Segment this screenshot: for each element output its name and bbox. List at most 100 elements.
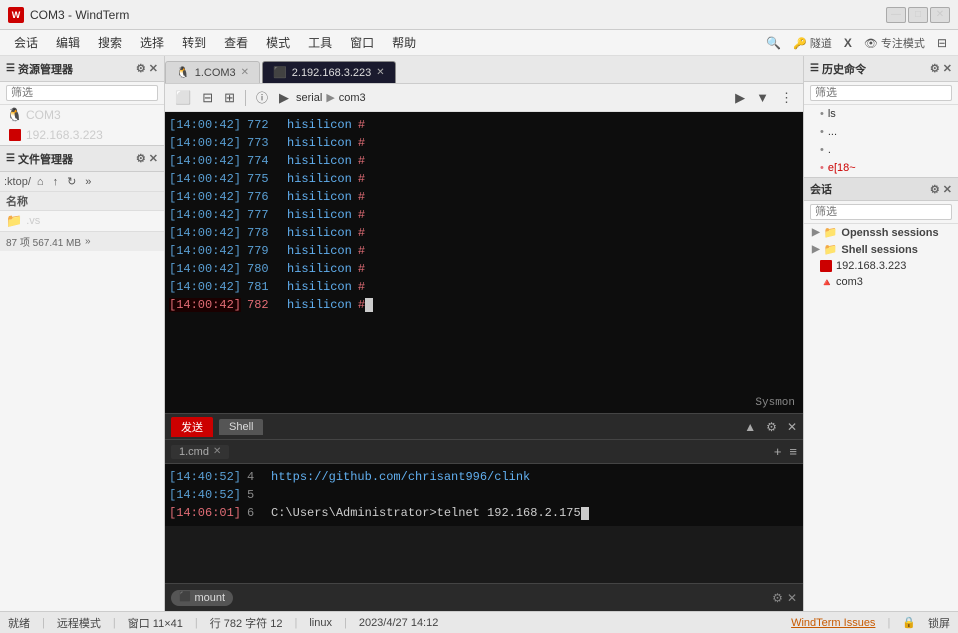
cmd-line-5: [14:40:52] 5	[169, 486, 799, 504]
hist-escape[interactable]: e[18~	[804, 159, 958, 177]
info-btn[interactable]: ⓘ	[252, 87, 272, 108]
fm-toolbar: :ktop/ ⌂ ↑ ↻ »	[0, 172, 164, 192]
term-hash-781: #	[358, 280, 365, 294]
cmd-num-4: 4	[247, 470, 263, 484]
left-panel: ☰ 资源管理器 ⚙ ✕ 🐧 COM3 192.168.3.223 ☰ 文件管理器…	[0, 56, 165, 611]
menu-mode[interactable]: 模式	[258, 32, 298, 53]
send-tab[interactable]: 发送	[171, 417, 213, 437]
resource-manager-icons: ⚙ ✕	[136, 62, 158, 75]
resource-192[interactable]: 192.168.3.223	[0, 125, 164, 145]
tunnel-label[interactable]: 🔑 隧道	[788, 33, 837, 53]
menu-session[interactable]: 会话	[6, 32, 46, 53]
minimize-button[interactable]: —	[886, 7, 906, 23]
shell-group-label: Shell sessions	[841, 244, 917, 256]
layout-icon[interactable]: ⊟	[932, 34, 952, 52]
focus-mode-label[interactable]: 👁 专注模式	[859, 33, 930, 53]
resource-com3[interactable]: 🐧 COM3	[0, 105, 164, 125]
term-hash-782: #	[358, 298, 365, 312]
session-group-openssh[interactable]: ▶ 📁 Openssh sessions	[804, 224, 958, 241]
fm-up-icon[interactable]: ↑	[50, 175, 62, 189]
fm-more-icon[interactable]: »	[82, 175, 94, 189]
term-text-773: hisilicon	[287, 136, 352, 150]
forward-btn[interactable]: ▶	[731, 88, 749, 108]
cmd-tab-1[interactable]: 1.cmd ✕	[171, 445, 229, 459]
history-close-icon[interactable]: ✕	[943, 62, 952, 75]
hist-ls[interactable]: ls	[804, 105, 958, 123]
play-btn[interactable]: ▶	[275, 88, 293, 108]
tab-192-close[interactable]: ✕	[376, 67, 384, 78]
tag-mount[interactable]: ⬛ mount	[171, 590, 233, 606]
cmd-add-icon[interactable]: +	[774, 444, 782, 459]
session-group-shell[interactable]: ▶ 📁 Shell sessions	[804, 241, 958, 258]
split-h-btn[interactable]: ⊞	[220, 88, 239, 108]
right-panel: ☰ 历史命令 ⚙ ✕ ls ... . e[18~ 会话 ⚙ ✕	[803, 56, 958, 611]
search-icon[interactable]: 🔍	[761, 34, 786, 52]
fm-more-btn[interactable]: »	[85, 236, 91, 247]
file-list-header: 名称	[0, 192, 164, 211]
hist-dot[interactable]: .	[804, 141, 958, 159]
sessions-close-icon[interactable]: ✕	[943, 183, 952, 196]
resource-filter-input[interactable]	[6, 85, 158, 101]
send-content: 1.cmd ✕ + ≡ [14:40:52] 4 https://github.…	[165, 440, 803, 583]
cmd-terminal[interactable]: [14:40:52] 4 https://github.com/chrisant…	[165, 464, 803, 526]
close-button[interactable]: ✕	[930, 7, 950, 23]
file-item-vs[interactable]: 📁 .vs	[0, 211, 164, 231]
term-num-773: 773	[247, 136, 277, 150]
hist-dots1-label: ...	[828, 126, 837, 138]
sessions-section-header: 会话 ⚙ ✕	[804, 177, 958, 201]
term-line-779: [14:00:42] 779 hisilicon #	[169, 242, 799, 260]
lock-icon[interactable]: 🔒	[902, 616, 916, 629]
fm-settings-icon[interactable]: ⚙	[136, 152, 146, 165]
tab-com3-close[interactable]: ✕	[241, 67, 249, 78]
fm-refresh-icon[interactable]: ↻	[64, 174, 79, 189]
tags-close-icon[interactable]: ✕	[787, 591, 797, 605]
red-box-icon	[8, 128, 22, 142]
history-settings-icon[interactable]: ⚙	[930, 62, 940, 75]
session-com3[interactable]: 🔺 com3	[804, 274, 958, 290]
term-num-781: 781	[247, 280, 277, 294]
term-hash-779: #	[358, 244, 365, 258]
tab-192[interactable]: ⬛ 2.192.168.3.223 ✕	[262, 61, 396, 83]
x-icon[interactable]: X	[839, 34, 857, 52]
sessions-settings-icon[interactable]: ⚙	[930, 183, 940, 196]
dropdown-btn[interactable]: ▼	[752, 88, 773, 108]
windterm-issues-link[interactable]: WindTerm Issues	[791, 617, 875, 629]
term-hash-775: #	[358, 172, 365, 186]
openssh-group-arrow: ▶	[812, 227, 820, 238]
shell-tab[interactable]: Shell	[219, 419, 263, 435]
menu-search[interactable]: 搜索	[90, 32, 130, 53]
session-192[interactable]: 192.168.3.223	[804, 258, 958, 274]
term-num-782: 782	[247, 298, 277, 312]
menu-view[interactable]: 查看	[216, 32, 256, 53]
menu-goto[interactable]: 转到	[174, 32, 214, 53]
bottom-close-icon[interactable]: ✕	[787, 420, 797, 434]
cmd-overflow-icon[interactable]: ≡	[789, 444, 797, 459]
sessions-title: 会话	[810, 181, 930, 197]
sessions-filter-input[interactable]	[810, 204, 952, 220]
cmd-tab-close[interactable]: ✕	[213, 446, 221, 457]
maximize-button[interactable]: □	[908, 7, 928, 23]
menu-select[interactable]: 选择	[132, 32, 172, 53]
menu-window[interactable]: 窗口	[342, 32, 382, 53]
hist-dots1[interactable]: ...	[804, 123, 958, 141]
tab-com3[interactable]: 🐧 1.COM3 ✕	[165, 61, 260, 83]
split-v-btn[interactable]: ⊟	[198, 88, 217, 108]
cmd-line-4: [14:40:52] 4 https://github.com/chrisant…	[169, 468, 799, 486]
term-text-779: hisilicon	[287, 244, 352, 258]
close-left-icon[interactable]: ✕	[149, 62, 158, 75]
term-text-780: hisilicon	[287, 262, 352, 276]
settings-icon[interactable]: ⚙	[136, 62, 146, 75]
shell-group-arrow: ▶	[812, 244, 820, 255]
menu-help[interactable]: 帮助	[384, 32, 424, 53]
path-arrow-1: ▶	[326, 91, 334, 104]
menu-tools[interactable]: 工具	[300, 32, 340, 53]
new-tab-btn[interactable]: ⬜	[171, 88, 195, 108]
history-filter-input[interactable]	[810, 85, 952, 101]
bottom-settings-icon[interactable]: ⚙	[766, 420, 777, 434]
overflow-btn[interactable]: ⋮	[776, 88, 797, 108]
menu-edit[interactable]: 编辑	[48, 32, 88, 53]
tags-settings-icon[interactable]: ⚙	[772, 591, 783, 605]
fm-close-icon[interactable]: ✕	[149, 152, 158, 165]
fm-home-icon[interactable]: ⌂	[34, 175, 47, 189]
bottom-collapse-icon[interactable]: ▲	[744, 420, 756, 434]
